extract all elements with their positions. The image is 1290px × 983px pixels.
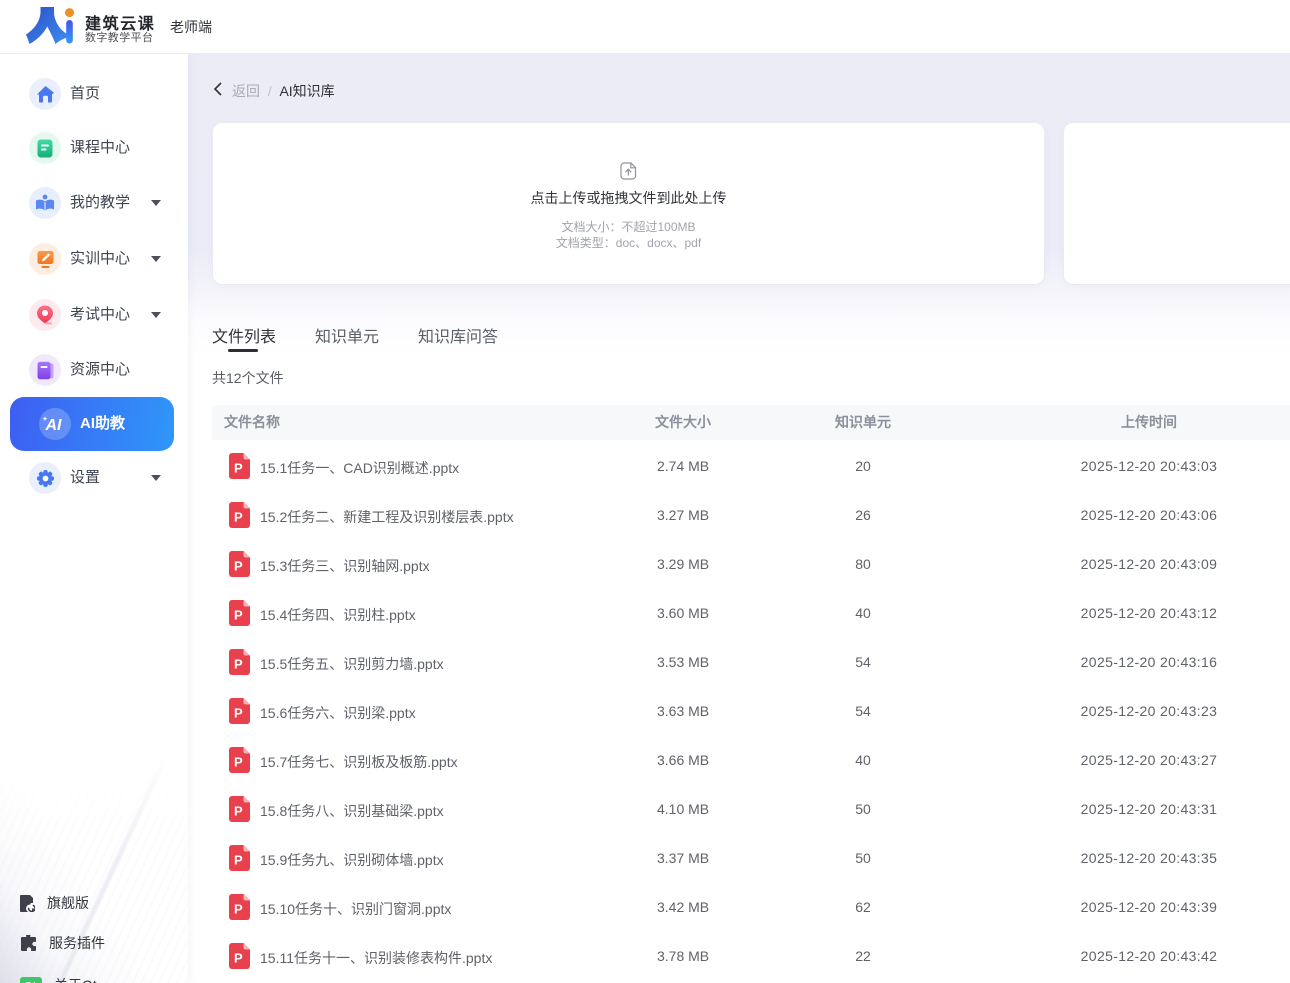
svg-text:P: P xyxy=(234,705,243,720)
svg-text:P: P xyxy=(234,509,243,524)
svg-text:P: P xyxy=(234,607,243,622)
svg-text:P: P xyxy=(234,754,243,769)
svg-text:P: P xyxy=(234,460,243,475)
svg-text:AI: AI xyxy=(45,417,63,433)
svg-text:P: P xyxy=(234,803,243,818)
svg-text:P: P xyxy=(234,852,243,867)
svg-text:P: P xyxy=(234,901,243,916)
svg-text:P: P xyxy=(234,950,243,965)
svg-text:P: P xyxy=(234,558,243,573)
svg-text:P: P xyxy=(234,656,243,671)
